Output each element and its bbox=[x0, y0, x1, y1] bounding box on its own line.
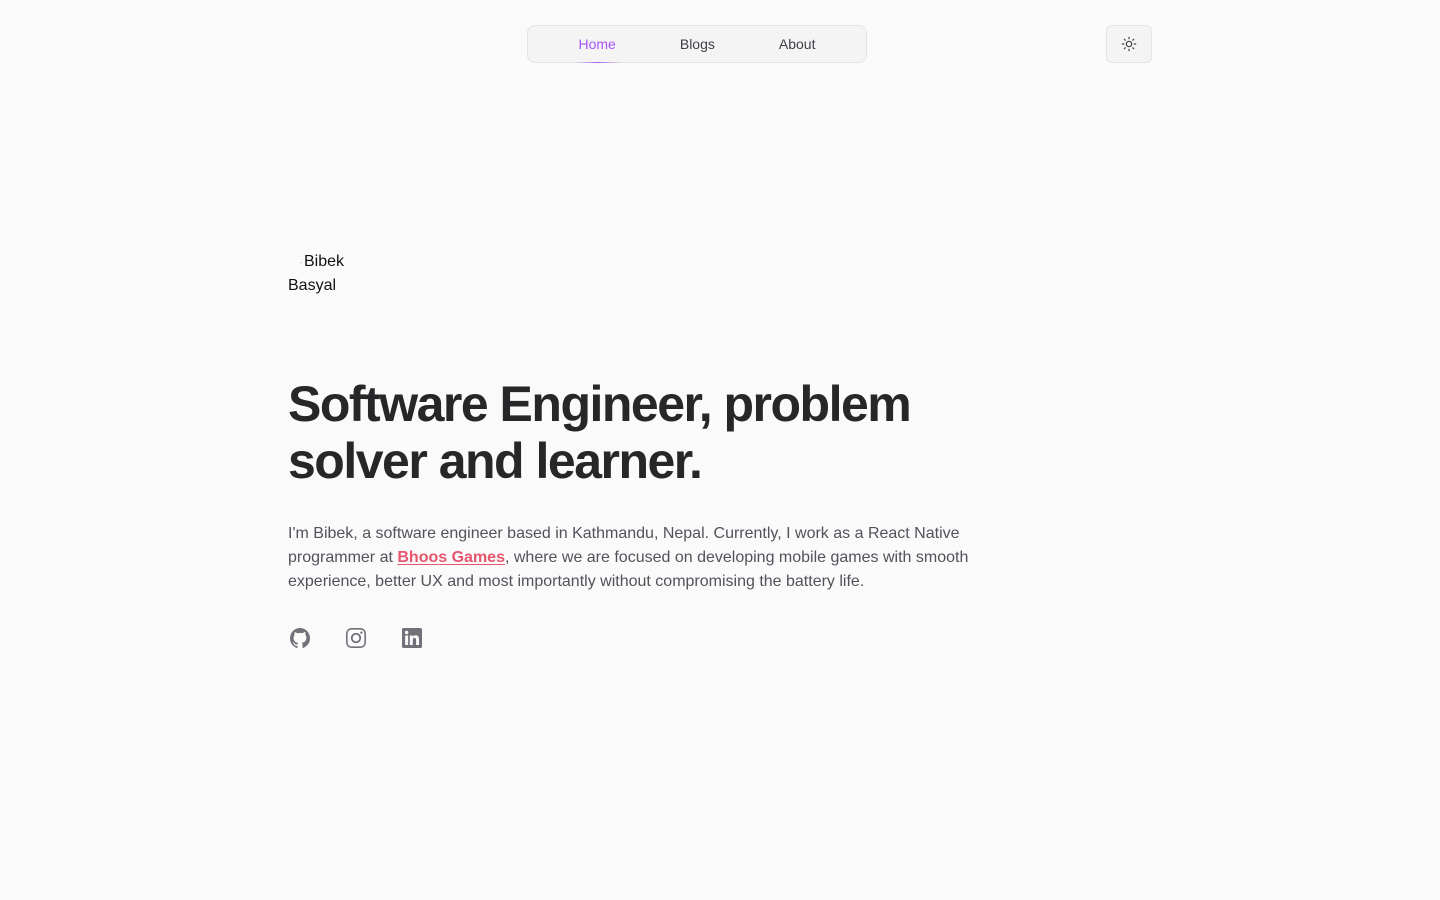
nav-home[interactable]: Home bbox=[547, 26, 648, 63]
linkedin-icon bbox=[402, 628, 422, 648]
broken-image-icon bbox=[300, 261, 302, 264]
theme-toggle-button[interactable] bbox=[1106, 25, 1152, 63]
avatar-alt-last: Basyal bbox=[288, 277, 337, 294]
instagram-icon bbox=[346, 628, 366, 648]
page: Home Blogs About Bibek Basyal Software E… bbox=[0, 0, 1440, 900]
hero-title: Software Engineer, problem solver and le… bbox=[288, 376, 912, 489]
sun-icon bbox=[1121, 36, 1137, 52]
avatar: Bibek Basyal bbox=[288, 250, 352, 314]
linkedin-link[interactable] bbox=[400, 626, 424, 650]
social-links bbox=[288, 626, 424, 650]
nav-blogs[interactable]: Blogs bbox=[648, 26, 747, 62]
instagram-link[interactable] bbox=[344, 626, 368, 650]
nav-about[interactable]: About bbox=[747, 26, 848, 62]
company-link[interactable]: Bhoos Games bbox=[397, 549, 505, 566]
github-icon bbox=[290, 628, 311, 648]
hero-bio: I'm Bibek, a software engineer based in … bbox=[288, 522, 1008, 594]
avatar-alt-first: Bibek bbox=[304, 253, 345, 270]
github-link[interactable] bbox=[288, 626, 312, 650]
main-nav: Home Blogs About bbox=[527, 25, 867, 63]
